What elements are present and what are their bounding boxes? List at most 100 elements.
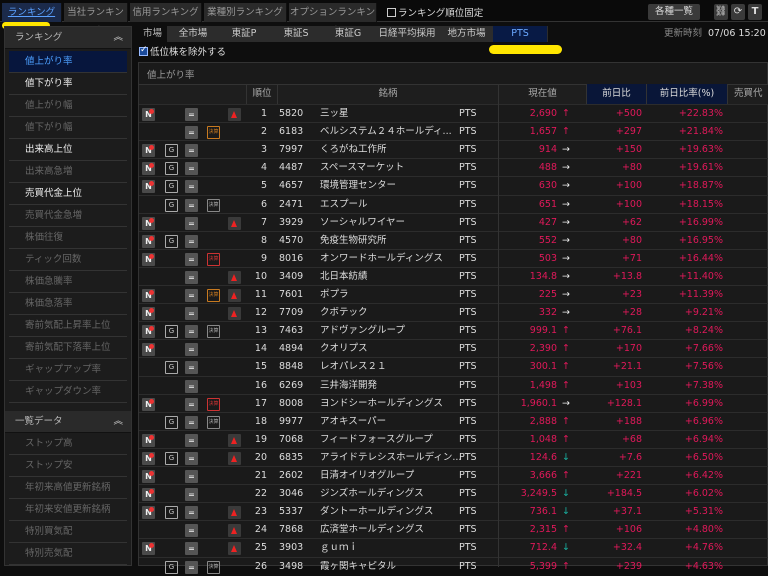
order-icon[interactable]: =: [185, 433, 198, 447]
sidebar-item[interactable]: 寄前気配下落率上位: [9, 337, 127, 359]
new-icon[interactable]: N: [142, 234, 155, 248]
table-row[interactable]: N G = 23 5337 ダントーホールディングス PTS 736.1 ↓ +37.1 +5.31…: [139, 502, 768, 520]
table-row[interactable]: G = 15 8848 レオパレス２１ PTS 300.1 ↑ +21.1 +7.56%: [139, 357, 768, 375]
order-icon[interactable]: =: [185, 180, 198, 194]
collapse-icon[interactable]: ︽: [113, 411, 123, 433]
table-row[interactable]: N = 7 3929 ソーシャルワイヤー PTS 427 → +62 +16.99%: [139, 212, 768, 231]
new-icon[interactable]: N: [142, 180, 155, 194]
order-icon[interactable]: =: [185, 108, 198, 121]
new-icon[interactable]: N: [142, 325, 155, 339]
earnings-icon[interactable]: 決算: [207, 289, 220, 302]
order-icon[interactable]: =: [185, 289, 198, 302]
table-row[interactable]: N = 25 3903 ｇｕｍｉ PTS 712.4 ↓ +32.4 +4.76%: [139, 538, 768, 556]
table-row[interactable]: N G = 決算 13 7463 アドヴァングループ PTS 999.1 ↑ +76.1 +8.24%: [139, 321, 768, 339]
table-row[interactable]: N G = 20 6835 アライドテレシスホールディン... PTS 124.6 ↓ +7.6 +…: [139, 447, 768, 466]
text-icon[interactable]: T: [748, 4, 762, 20]
sidebar-item[interactable]: 値上がり幅: [9, 95, 127, 117]
g-icon[interactable]: G: [165, 162, 178, 176]
market-tab[interactable]: 全市場: [168, 26, 218, 42]
warning-icon[interactable]: [228, 524, 241, 538]
table-row[interactable]: N = 12 7709 クボテック PTS 332 → +28 +9.21%: [139, 303, 768, 321]
table-row[interactable]: N = 22 3046 ジンズホールディングス PTS 3,249.5 ↓ +184.5 +6.0…: [139, 484, 768, 502]
tab-sector-ranking[interactable]: 業種別ランキング: [204, 3, 287, 22]
earnings-icon[interactable]: 決算: [207, 198, 220, 212]
new-icon[interactable]: N: [142, 162, 155, 176]
warning-icon[interactable]: [228, 216, 241, 230]
order-icon[interactable]: =: [185, 470, 198, 483]
table-row[interactable]: G = 決算 18 9977 アオキスーパー PTS 2,888 ↑ +188 +6.96%: [139, 411, 768, 430]
sidebar-item[interactable]: ストップ高: [9, 433, 127, 455]
table-row[interactable]: = 決算 2 6183 ベルシステム２４ホールディ... PTS 1,657 ↑ +297 +21…: [139, 122, 768, 140]
new-icon[interactable]: N: [142, 252, 155, 266]
order-icon[interactable]: =: [185, 397, 198, 411]
sidebar-item[interactable]: ティック回数: [9, 249, 127, 271]
order-icon[interactable]: =: [185, 542, 198, 556]
market-tab[interactable]: 東証P: [218, 26, 270, 42]
sidebar-item[interactable]: 出来高上位: [9, 139, 127, 161]
warning-icon[interactable]: [228, 542, 241, 556]
new-icon[interactable]: N: [142, 470, 155, 483]
collapse-icon[interactable]: ︽: [113, 27, 123, 49]
new-icon[interactable]: N: [142, 216, 155, 230]
table-row[interactable]: N = 決算 11 7601 ポプラ PTS 225 → +23 +11.39%: [139, 285, 768, 303]
earnings-icon[interactable]: 決算: [207, 252, 220, 266]
order-icon[interactable]: =: [185, 415, 198, 429]
sidebar-item[interactable]: 値下がり率: [9, 73, 127, 95]
g-icon[interactable]: G: [165, 451, 178, 465]
g-icon[interactable]: G: [165, 180, 178, 194]
order-icon[interactable]: =: [185, 144, 198, 158]
table-row[interactable]: = 16 6269 三井海洋開発 PTS 1,498 ↑ +103 +7.38%: [139, 375, 768, 394]
checkbox-icon[interactable]: [139, 45, 148, 56]
order-icon[interactable]: =: [185, 343, 198, 357]
table-row[interactable]: = 24 7868 広済堂ホールディングス PTS 2,315 ↑ +106 +4.80%: [139, 520, 768, 538]
order-icon[interactable]: =: [185, 451, 198, 465]
fix-rank-checkbox[interactable]: ランキング順位固定: [387, 5, 483, 19]
new-icon[interactable]: N: [142, 451, 155, 465]
g-icon[interactable]: G: [165, 144, 178, 158]
table-row[interactable]: G = 決算 6 2471 エスプール PTS 651 → +100 +18.15%: [139, 194, 768, 213]
new-icon[interactable]: N: [142, 144, 155, 158]
table-row[interactable]: N = 14 4894 クオリプス PTS 2,390 ↑ +170 +7.66%: [139, 339, 768, 357]
g-icon[interactable]: G: [165, 198, 178, 212]
order-icon[interactable]: =: [185, 252, 198, 266]
warning-icon[interactable]: [228, 307, 241, 321]
sidebar-item[interactable]: 年初来高値更新銘柄: [9, 477, 127, 499]
table-row[interactable]: N G = 3 7997 くろがね工作所 PTS 914 → +150 +19.63%: [139, 140, 768, 158]
order-icon[interactable]: =: [185, 524, 198, 538]
header-trade[interactable]: 売買代: [727, 84, 768, 104]
table-row[interactable]: N G = 4 4487 スペースマーケット PTS 488 → +80 +19.61%: [139, 158, 768, 176]
sidebar-item[interactable]: 株価急落率: [9, 293, 127, 315]
table-row[interactable]: = 10 3409 北日本紡績 PTS 134.8 → +13.8 +11.40%: [139, 266, 768, 285]
order-icon[interactable]: =: [185, 325, 198, 339]
order-icon[interactable]: =: [185, 361, 198, 375]
table-row[interactable]: N = 決算 9 8016 オンワードホールディングス PTS 503 → +71 +16.44%: [139, 248, 768, 267]
table-row[interactable]: N = 21 2602 日清オイリオグループ PTS 3,666 ↑ +221 +6.42%: [139, 466, 768, 484]
sidebar-item[interactable]: 株価急騰率: [9, 271, 127, 293]
earnings-icon[interactable]: 決算: [207, 415, 220, 429]
header-pct[interactable]: 前日比率(%): [646, 84, 727, 104]
order-icon[interactable]: =: [185, 560, 198, 574]
header-price[interactable]: 現在値: [498, 84, 586, 104]
sidebar-item[interactable]: 特別売気配: [9, 543, 127, 565]
sidebar-item[interactable]: ギャップダウン率: [9, 381, 127, 403]
sidebar-item[interactable]: ギャップアップ率: [9, 359, 127, 381]
earnings-icon[interactable]: 決算: [207, 325, 220, 339]
sidebar-item[interactable]: 値下がり幅: [9, 117, 127, 139]
checkbox-icon[interactable]: [387, 8, 396, 17]
table-row[interactable]: N = 19 7068 フィードフォースグループ PTS 1,048 ↑ +68 +6.94%: [139, 429, 768, 448]
section-list-data-header[interactable]: 一覧データ ︽: [5, 411, 131, 433]
g-icon[interactable]: G: [165, 415, 178, 429]
section-ranking-header[interactable]: ランキング ︽: [5, 27, 131, 49]
header-change[interactable]: 前日比: [586, 84, 646, 104]
g-icon[interactable]: G: [165, 361, 178, 375]
new-icon[interactable]: N: [142, 506, 155, 520]
new-icon[interactable]: N: [142, 433, 155, 447]
new-icon[interactable]: N: [142, 397, 155, 411]
order-icon[interactable]: =: [185, 198, 198, 212]
table-row[interactable]: N G = 5 4657 環境管理センター PTS 630 → +100 +18.87%: [139, 176, 768, 194]
warning-icon[interactable]: [228, 506, 241, 520]
sidebar-item[interactable]: 株価往復: [9, 227, 127, 249]
new-icon[interactable]: N: [142, 307, 155, 321]
order-icon[interactable]: =: [185, 270, 198, 284]
earnings-icon[interactable]: 決算: [207, 397, 220, 411]
